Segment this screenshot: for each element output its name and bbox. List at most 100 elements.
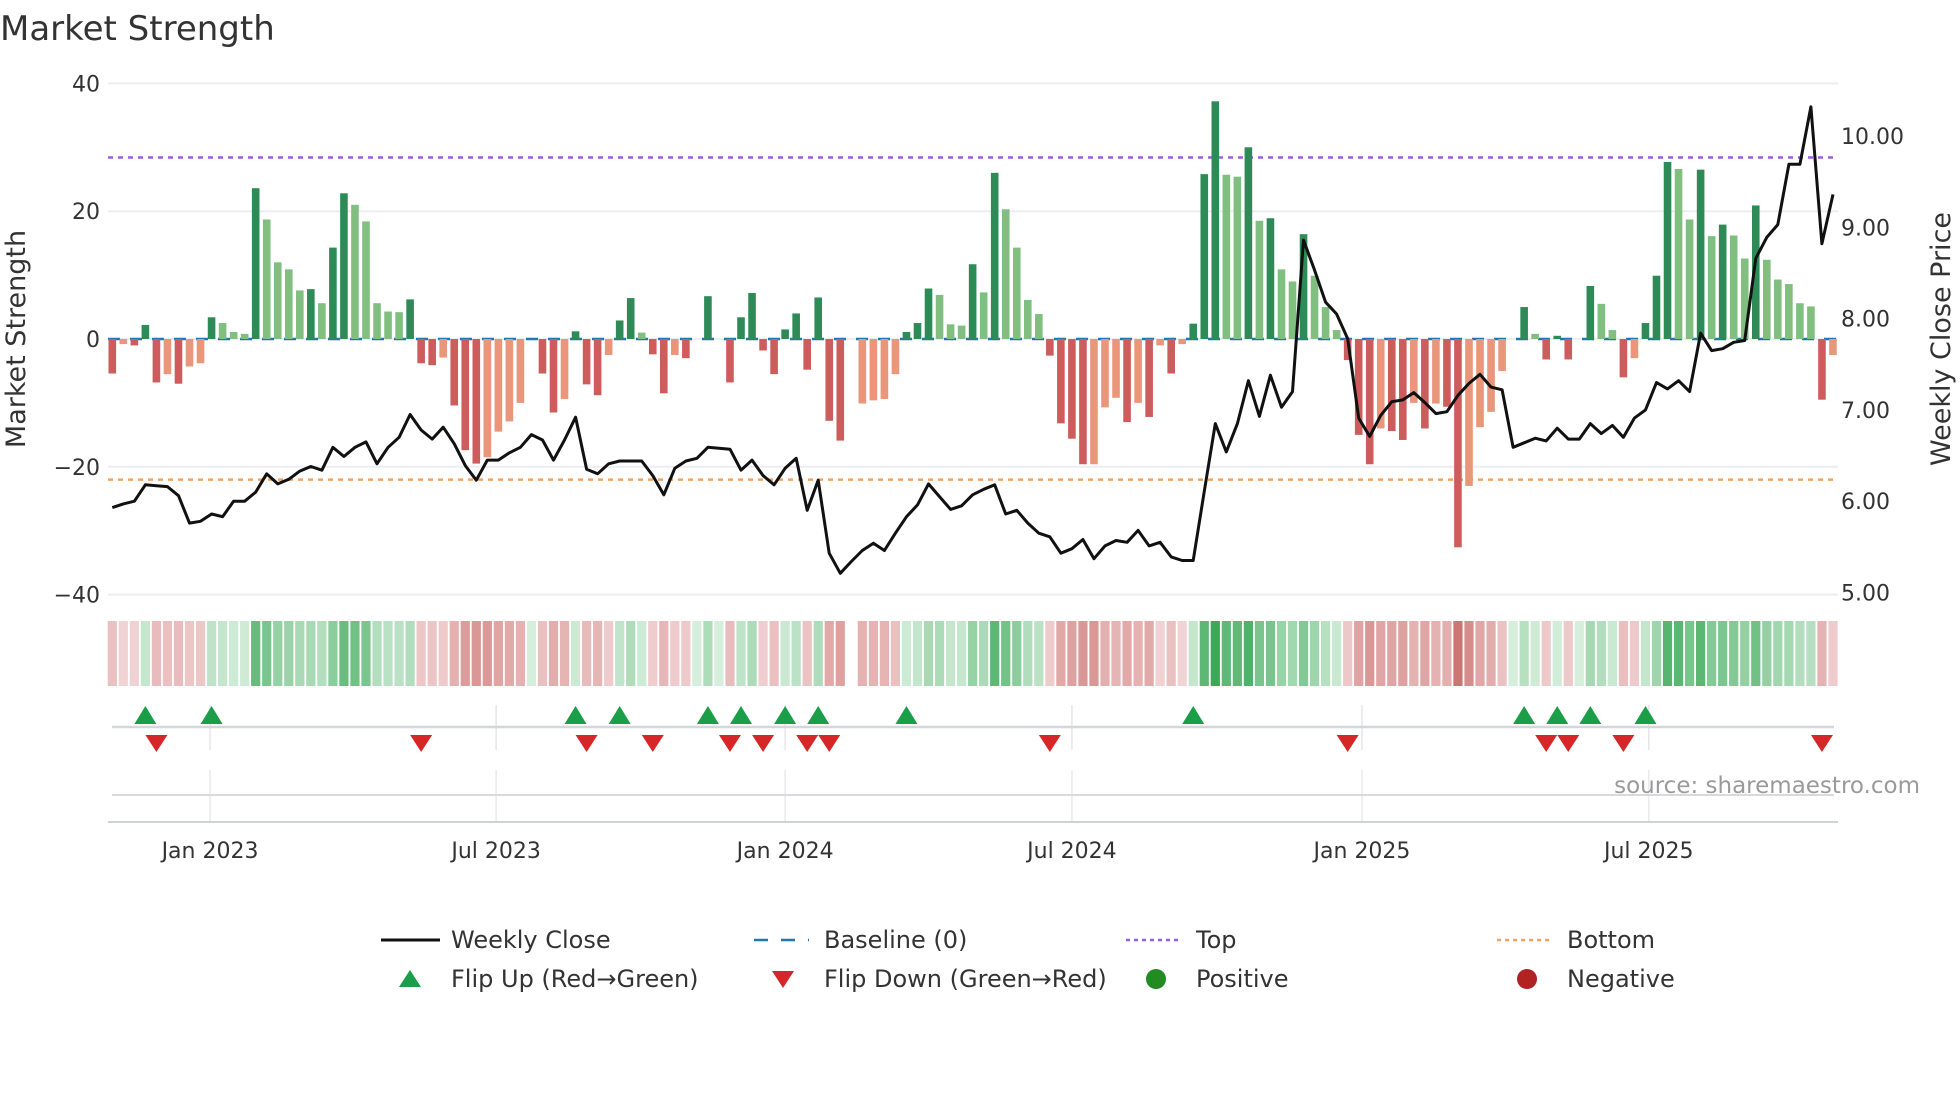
strength-bar xyxy=(483,339,492,458)
heatmap-cell xyxy=(1640,621,1651,686)
heatmap-cell xyxy=(306,621,316,686)
left-axis: 40 20 0 −20 −40 xyxy=(54,72,100,608)
heatmap-cell xyxy=(802,621,812,686)
legend-circle-icon xyxy=(1146,969,1166,989)
y2-tick-label: 6.00 xyxy=(1841,490,1890,515)
heatmap-cell xyxy=(1199,621,1209,686)
strength-bar xyxy=(251,188,260,339)
strength-bar xyxy=(163,339,172,375)
strength-bar xyxy=(648,339,657,355)
flip-down-marker xyxy=(718,735,741,752)
heatmap-cell xyxy=(162,621,173,686)
strength-bar xyxy=(152,339,161,383)
strength-bar xyxy=(1829,339,1837,355)
heatmap-cell xyxy=(1232,621,1242,686)
strength-bar xyxy=(406,299,414,339)
strength-bar xyxy=(428,339,436,366)
flip-up-marker xyxy=(1579,706,1602,724)
heatmap-cell xyxy=(427,621,437,686)
heatmap-cell xyxy=(1618,621,1629,686)
strength-bar xyxy=(108,339,117,374)
heatmap-cell xyxy=(251,621,261,686)
strength-bar xyxy=(1432,339,1440,404)
heatmap-cell xyxy=(118,621,128,686)
heatmap-cell xyxy=(1762,621,1772,686)
strength-bar xyxy=(858,339,867,404)
strength-bar xyxy=(362,221,370,339)
heatmap-cell xyxy=(262,621,272,686)
x-tick-label: Jul 2023 xyxy=(449,839,541,864)
strength-bar xyxy=(737,317,745,339)
strength-bar xyxy=(1167,339,1175,374)
flip-up-marker xyxy=(895,706,918,724)
strength-bar xyxy=(1729,235,1738,339)
heatmap-cell xyxy=(659,621,669,686)
heatmap-cell xyxy=(1133,621,1143,686)
flip-up-marker xyxy=(564,706,587,724)
strength-bar xyxy=(1663,161,1672,339)
heatmap-cell xyxy=(1442,621,1452,686)
heatmap-cell xyxy=(504,621,514,686)
strength-bar xyxy=(1641,323,1650,339)
strength-bar xyxy=(637,332,646,339)
heatmap-cell xyxy=(581,621,592,686)
strength-bar xyxy=(1707,236,1716,339)
strength-bar xyxy=(968,264,977,339)
strength-bar xyxy=(1763,259,1771,339)
strength-bar xyxy=(593,339,602,396)
x-tick-label: Jan 2023 xyxy=(160,839,259,864)
strength-bar xyxy=(604,339,613,355)
heatmap-cell xyxy=(1707,621,1717,686)
heatmap-cell xyxy=(1276,621,1287,686)
y-tick-label: 20 xyxy=(72,200,100,225)
strength-bar xyxy=(1487,339,1495,412)
heatmap-cell xyxy=(1629,621,1640,686)
heatmap-cell xyxy=(1332,621,1342,686)
strength-bar xyxy=(990,172,999,339)
right-axis-title: Weekly Close Price xyxy=(1926,212,1957,466)
flip-up-marker xyxy=(608,706,631,724)
heatmap-cell xyxy=(890,621,901,686)
strength-bar xyxy=(218,323,227,339)
strength-bar xyxy=(1807,306,1815,339)
heatmap-cell xyxy=(1486,621,1496,686)
market-strength-chart: Market Strength 40 20 0 −20 −40 10.00 9.00 8.0… xyxy=(0,9,1957,993)
strength-bar xyxy=(1189,323,1198,339)
heatmap-cell xyxy=(1817,621,1827,686)
heatmap-cell xyxy=(979,621,989,686)
strength-bar xyxy=(770,339,778,375)
heatmap-cell xyxy=(990,621,1000,686)
heatmap-cell xyxy=(857,621,867,686)
heatmap-cell xyxy=(835,621,845,686)
strength-bar xyxy=(494,339,503,432)
legend-label: Negative xyxy=(1567,965,1675,993)
heatmap-cell xyxy=(1751,621,1761,686)
strength-bar xyxy=(1619,339,1628,378)
heatmap-cell xyxy=(1100,621,1110,686)
strength-bar xyxy=(1255,220,1264,339)
heatmap-cell xyxy=(813,621,823,686)
heatmap-cell xyxy=(1574,621,1584,686)
strength-bar xyxy=(671,339,679,355)
strength-bar xyxy=(957,325,966,339)
strength-bar xyxy=(1001,209,1010,339)
strength-bar xyxy=(119,339,128,345)
heatmap-cell xyxy=(604,621,614,686)
strength-bar xyxy=(307,289,315,339)
heatmap-cell xyxy=(1431,621,1441,686)
heatmap-cell xyxy=(725,621,735,686)
heatmap-cell xyxy=(626,621,636,686)
strength-bar xyxy=(781,329,789,339)
strength-bar xyxy=(373,303,381,339)
strength-bar xyxy=(759,339,767,351)
heatmap-cell xyxy=(559,621,570,686)
heatmap-cell xyxy=(1343,621,1353,686)
source-credit: source: sharemaestro.com xyxy=(1614,773,1920,799)
heatmap-cell xyxy=(1089,621,1099,686)
strength-bar xyxy=(836,339,845,441)
strength-bar xyxy=(1685,219,1694,339)
heatmap-cell xyxy=(1696,621,1706,686)
strength-bar xyxy=(946,324,955,339)
heatmap-cell xyxy=(1420,621,1430,686)
heatmap-cell xyxy=(780,621,790,686)
